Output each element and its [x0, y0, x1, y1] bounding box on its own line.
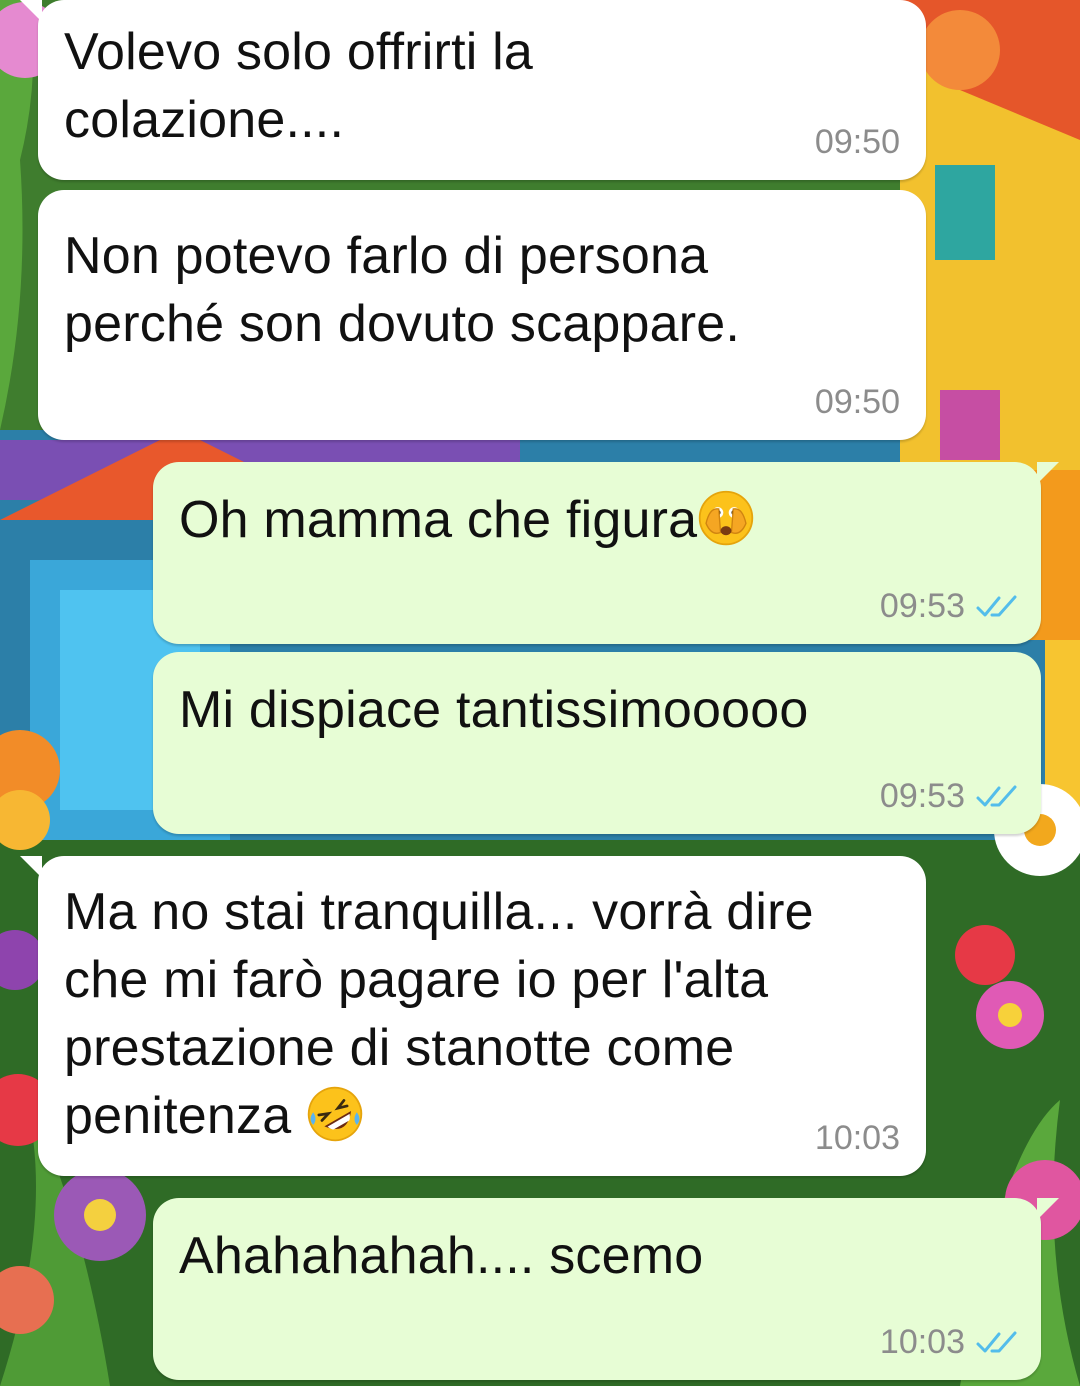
message-text: Mi dispiace tantissimooooo — [179, 681, 809, 739]
message-time: 09:53 — [879, 777, 965, 815]
message-time: 10:03 — [879, 1323, 965, 1361]
message-text: Non potevo farlo di persona perché son d… — [64, 227, 741, 353]
message-meta: 10:03 — [880, 1323, 1019, 1362]
incoming-message[interactable]: Volevo solo offrirti la colazione.... 09… — [20, 0, 926, 180]
message-text-row: Oh mamma che figura — [179, 486, 1015, 554]
message-meta: 09:53 — [880, 777, 1019, 816]
message-time: 09:53 — [879, 587, 965, 625]
double-check-read-icon — [976, 785, 1017, 806]
message-meta: 09:50 — [815, 383, 900, 422]
message-time: 09:50 — [814, 123, 900, 161]
message-list[interactable]: Volevo solo offrirti la colazione.... 09… — [0, 0, 1080, 1386]
double-check-read-icon — [976, 595, 1017, 616]
outgoing-message[interactable]: Ahahahahah.... scemo 10:03 — [153, 1198, 1059, 1380]
rolling-on-the-floor-laughing-icon — [307, 1086, 363, 1142]
message-meta: 10:03 — [815, 1119, 900, 1158]
message-meta: 09:53 — [880, 587, 1019, 626]
message-text-row: Ma no stai tranquilla... vorrà dire che … — [64, 878, 900, 1150]
double-check-read-icon — [976, 1331, 1017, 1352]
message-text: Oh mamma che figura — [179, 491, 698, 549]
incoming-message[interactable]: Ma no stai tranquilla... vorrà dire che … — [20, 856, 926, 1176]
message-time: 09:50 — [814, 383, 900, 421]
message-text: Ahahahahah.... scemo — [179, 1227, 704, 1285]
outgoing-message[interactable]: Mi dispiace tantissimooooo 09:53 — [153, 652, 1041, 834]
message-text: Ma no stai tranquilla... vorrà dire che … — [64, 883, 814, 1145]
outgoing-message[interactable]: Oh mamma che figura 09:53 — [153, 462, 1059, 644]
message-text: Volevo solo offrirti la colazione.... — [64, 23, 533, 149]
message-time: 10:03 — [814, 1119, 900, 1157]
face-with-open-eyes-and-hand-over-mouth-icon — [699, 490, 754, 546]
message-meta: 09:50 — [815, 123, 900, 162]
incoming-message[interactable]: Non potevo farlo di persona perché son d… — [38, 190, 926, 440]
